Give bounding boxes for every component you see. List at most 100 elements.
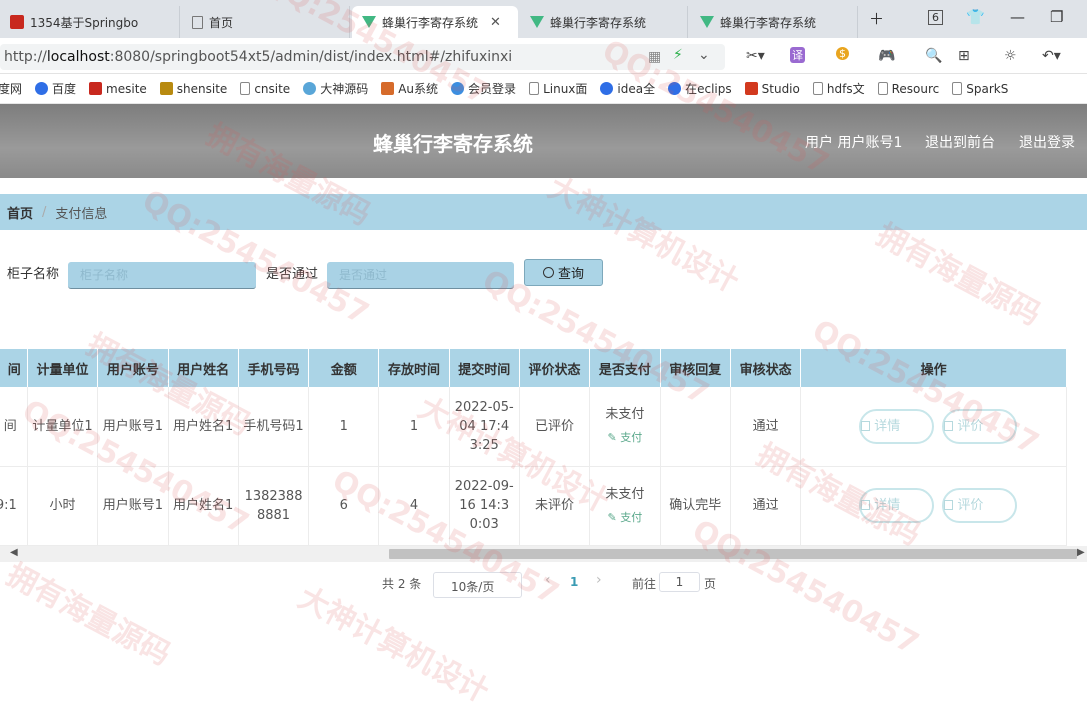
bookmark-item[interactable]: 度网 xyxy=(0,80,22,97)
bookmark-item[interactable]: 在eclips xyxy=(668,80,732,97)
scissors-icon[interactable]: ✂▾ xyxy=(746,48,765,64)
actions-cell: 详情 评价 xyxy=(800,387,1067,467)
minimize-icon[interactable]: — xyxy=(1010,8,1025,26)
search-icon xyxy=(542,267,554,278)
red-square-icon xyxy=(10,15,24,29)
search-button[interactable]: 查询 xyxy=(524,259,603,286)
column-header: 用户账号 xyxy=(97,349,169,387)
table-cell: 2022-09-16 14:30:03 xyxy=(449,466,520,546)
chevron-down-icon[interactable]: ⌄ xyxy=(698,47,710,63)
paid-status: 未支付 xyxy=(605,407,645,423)
bookmark-item[interactable]: Au系统 xyxy=(381,80,438,97)
logout-link[interactable]: 退出登录 xyxy=(1019,132,1075,152)
search-icon[interactable]: 🔍 xyxy=(925,48,942,64)
bookmarks-bar: 度网 百度 mesite shensite cnsite 大神源码 Au系统 会… xyxy=(0,74,1087,104)
goto-page-input[interactable]: 1 xyxy=(659,572,700,592)
bookmark-item[interactable]: 会员登录 xyxy=(451,80,516,97)
cabinet-name-input[interactable] xyxy=(68,262,256,289)
document-icon xyxy=(812,82,823,95)
paw-icon xyxy=(600,82,614,95)
browser-tab-1[interactable]: 1354基于Springbo xyxy=(0,6,180,38)
table-row: 09:1 小时 用户账号1 用户姓名1 13823888881 6 4 2022… xyxy=(0,466,1067,546)
detail-button[interactable]: 详情 xyxy=(859,488,935,523)
detail-button-label: 详情 xyxy=(874,418,901,434)
next-page-button[interactable]: › xyxy=(596,572,602,588)
table-cell: 未评价 xyxy=(519,466,591,546)
document-icon xyxy=(861,420,871,431)
undo-icon[interactable]: ↶▾ xyxy=(1042,48,1061,64)
grid-icon[interactable]: ▦ xyxy=(648,49,661,65)
bookmark-item[interactable]: SparkS xyxy=(952,82,1008,96)
back-to-front-link[interactable]: 退出到前台 xyxy=(925,132,995,152)
browser-tab-5[interactable]: 蜂巢行李寄存系统 xyxy=(690,6,858,38)
current-page-number[interactable]: 1 xyxy=(570,575,578,589)
close-icon[interactable]: ✕ xyxy=(490,15,501,30)
page-size-select[interactable]: 10条/页 xyxy=(433,572,522,598)
document-icon xyxy=(877,82,888,95)
tab-label: 蜂巢行李寄存系统 xyxy=(382,15,479,30)
breadcrumb-home[interactable]: 首页 xyxy=(7,203,33,222)
document-icon xyxy=(240,82,251,95)
column-header: 金额 xyxy=(308,349,380,387)
bookmark-label: SparkS xyxy=(966,81,1009,96)
bookmark-item[interactable]: 百度 xyxy=(35,80,76,97)
review-button-label: 评价 xyxy=(957,418,984,434)
god-icon xyxy=(159,82,173,95)
page-suffix: 页 xyxy=(704,577,717,591)
table-cell: 确认完毕 xyxy=(660,466,731,546)
restore-icon[interactable]: ❐ xyxy=(1050,8,1063,26)
lightning-icon[interactable]: ⚡ xyxy=(673,47,683,63)
pay-link-label: 支付 xyxy=(620,510,643,524)
search-button-label: 查询 xyxy=(557,267,584,282)
browser-tab-4[interactable]: 蜂巢行李寄存系统 xyxy=(520,6,688,38)
coin-icon[interactable]: $ xyxy=(836,47,849,60)
column-header: 操作 xyxy=(800,349,1067,387)
column-header: 计量单位 xyxy=(27,349,99,387)
scroll-right-icon[interactable]: ▶ xyxy=(1077,547,1085,558)
pay-link[interactable]: ✎ 支付 xyxy=(594,508,655,527)
brightness-icon[interactable]: ☼ xyxy=(1004,48,1017,64)
bookmark-item[interactable]: Linux面 xyxy=(529,80,587,97)
prev-page-button[interactable]: ‹ xyxy=(545,572,551,588)
translate-icon[interactable]: 译 xyxy=(790,47,805,63)
apps-icon[interactable]: ⊞ xyxy=(958,48,970,64)
bookmark-item[interactable]: Resourc xyxy=(877,82,939,96)
tab-count-badge[interactable]: 6 xyxy=(928,10,943,25)
scroll-left-icon[interactable]: ◀ xyxy=(10,547,18,558)
url-field[interactable]: http://localhost:8080/springboot54xt5/ad… xyxy=(0,44,725,70)
au-icon xyxy=(381,82,395,95)
scrollbar-thumb[interactable] xyxy=(389,549,1077,559)
bookmark-item[interactable]: Studio xyxy=(744,82,800,96)
pay-link[interactable]: ✎ 支付 xyxy=(594,428,655,447)
bookmark-item[interactable]: shensite xyxy=(159,82,227,96)
bookmark-item[interactable]: cnsite xyxy=(240,82,290,96)
payment-table: 间 计量单位 用户账号 用户姓名 手机号码 金额 存放时间 提交时间 评价状态 … xyxy=(0,349,1087,546)
bookmark-label: 百度 xyxy=(52,82,77,96)
approved-input[interactable] xyxy=(327,262,514,289)
swirl-icon xyxy=(303,82,317,95)
gamepad-icon[interactable]: 🎮 xyxy=(878,48,895,64)
browser-tab-2[interactable]: 首页 xyxy=(182,6,350,38)
paw-icon xyxy=(668,82,682,95)
review-button[interactable]: 评价 xyxy=(942,408,1018,444)
tab-label: 蜂巢行李寄存系统 xyxy=(720,15,817,30)
bookmark-item[interactable]: idea全 xyxy=(600,80,655,97)
red-square-icon xyxy=(89,82,103,95)
bookmark-item[interactable]: hdfs文 xyxy=(812,80,865,97)
table-cell: 小时 xyxy=(27,466,99,546)
table-cell: 通过 xyxy=(730,387,802,467)
column-header: 审核回复 xyxy=(660,349,731,387)
detail-button[interactable]: 详情 xyxy=(859,408,935,444)
bookmark-label: mesite xyxy=(106,81,147,96)
table-horizontal-scrollbar[interactable]: ◀ ▶ xyxy=(0,546,1087,562)
browser-tab-3-active[interactable]: 蜂巢行李寄存系统 ✕ xyxy=(352,6,518,38)
shirt-icon[interactable]: 👕 xyxy=(966,8,985,26)
paid-cell: 未支付 ✎ 支付 xyxy=(589,387,661,467)
bookmark-item[interactable]: mesite xyxy=(89,82,147,96)
bookmark-item[interactable]: 大神源码 xyxy=(303,80,368,97)
tab-label: 首页 xyxy=(209,15,234,30)
column-header: 是否支付 xyxy=(589,349,661,387)
review-button[interactable]: 评价 xyxy=(942,488,1018,523)
tab-label: 蜂巢行李寄存系统 xyxy=(550,15,647,30)
new-tab-icon[interactable]: ＋ xyxy=(869,8,884,29)
